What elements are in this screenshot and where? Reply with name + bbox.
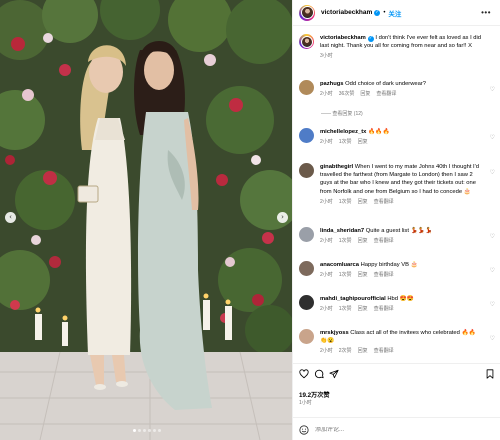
- comment-time: 2小时: [320, 238, 333, 245]
- next-photo-button[interactable]: ›: [277, 212, 288, 223]
- author-username[interactable]: victoriabeckham: [321, 9, 372, 16]
- comment-bubble-icon[interactable]: [314, 369, 324, 379]
- comment-input[interactable]: [315, 426, 495, 433]
- comment-likes[interactable]: 1次赞: [339, 272, 352, 278]
- comment-item: mrskjyoss Class act all of the invitees …: [299, 329, 495, 356]
- comment-time: 2小时: [320, 198, 333, 205]
- comments-list: victoriabeckham ✓ I don't think I've ever…: [293, 27, 500, 363]
- reply-button[interactable]: 回复: [358, 306, 368, 312]
- comment-username[interactable]: mrskjyoss: [320, 330, 349, 336]
- reply-button[interactable]: 回复: [358, 348, 368, 354]
- post-header: victoriabeckham ✓ • 关注 •••: [293, 0, 500, 26]
- carousel-dot: [148, 429, 151, 432]
- follow-button[interactable]: 关注: [388, 8, 401, 18]
- carousel-dot: [153, 429, 156, 432]
- translate-button[interactable]: 查看翻译: [374, 199, 394, 205]
- comment-likes[interactable]: 2次赞: [339, 348, 352, 354]
- commenter-avatar[interactable]: [299, 295, 314, 310]
- comment-username[interactable]: pazhugs: [320, 81, 344, 87]
- reply-button[interactable]: 回复: [360, 91, 370, 97]
- comment-username[interactable]: linda_sheridan7: [320, 228, 364, 234]
- comment-likes[interactable]: 1次赞: [339, 306, 352, 312]
- reply-button[interactable]: 回复: [358, 238, 368, 244]
- translate-button[interactable]: 查看翻译: [374, 272, 394, 278]
- comment-text: Quite a guest list 💃💃💃: [364, 228, 433, 234]
- commenter-avatar[interactable]: [299, 80, 314, 95]
- comment-username[interactable]: anacomluarca: [320, 262, 359, 268]
- like-comment-heart-icon[interactable]: ♡: [490, 267, 495, 274]
- commenter-avatar[interactable]: [299, 128, 314, 143]
- emoji-icon[interactable]: [299, 424, 309, 435]
- like-comment-heart-icon[interactable]: ♡: [490, 335, 495, 342]
- comment-text: 🔥🔥🔥: [366, 129, 390, 135]
- header-separator: •: [383, 9, 386, 16]
- comment-likes[interactable]: 1次赞: [339, 238, 352, 244]
- bookmark-icon[interactable]: [485, 369, 495, 379]
- comment-username[interactable]: mahdi_taghipourofficial: [320, 296, 386, 302]
- comment-composer: [293, 417, 500, 440]
- comment-item: anacomluarca Happy birthday VB 🎂 2小时 1次赞回…: [299, 261, 495, 279]
- translate-button[interactable]: 查看翻译: [374, 348, 394, 354]
- comment-item: ginabthegirl When I went to my mate John…: [299, 163, 495, 206]
- caption-time: 3小时: [320, 53, 333, 60]
- author-avatar[interactable]: [299, 4, 315, 21]
- carousel-dot: [143, 429, 146, 432]
- view-replies-button[interactable]: —— 查看回复 (12): [321, 110, 363, 117]
- comment-text: Happy birthday VB 🎂: [359, 262, 418, 268]
- like-count[interactable]: 19.2万次赞: [299, 390, 330, 399]
- like-comment-heart-icon[interactable]: ♡: [490, 301, 495, 308]
- like-comment-heart-icon[interactable]: ♡: [490, 233, 495, 240]
- comment-text: Hbd 😍😍: [385, 296, 414, 302]
- comment-item: linda_sheridan7 Quite a guest list 💃💃💃 2…: [299, 227, 495, 245]
- photo-scene: [0, 0, 292, 440]
- carousel-dot: [138, 429, 141, 432]
- author-avatar[interactable]: [299, 34, 314, 49]
- commenter-avatar[interactable]: [299, 261, 314, 276]
- post-side-panel: victoriabeckham ✓ • 关注 ••• victoriabeckh…: [292, 0, 500, 440]
- translate-button[interactable]: 查看翻译: [376, 91, 396, 97]
- caption-username[interactable]: victoriabeckham: [320, 35, 366, 41]
- comment-item: michellelopez_tx 🔥🔥🔥 2小时 1次赞 回复 ♡: [299, 128, 495, 146]
- post-actions: 19.2万次赞 1小时: [293, 363, 500, 440]
- comment-text: Odd choice of dark underwear?: [343, 81, 427, 87]
- carousel-dot: [133, 429, 136, 432]
- view-replies-label: —— 查看回复 (12): [321, 111, 363, 117]
- translate-button[interactable]: 查看翻译: [374, 238, 394, 244]
- comment-time: 2小时: [320, 306, 333, 313]
- more-horizontal-icon[interactable]: •••: [481, 8, 491, 17]
- previous-photo-button[interactable]: ‹: [5, 212, 16, 223]
- commenter-avatar[interactable]: [299, 163, 314, 178]
- commenter-avatar[interactable]: [299, 329, 314, 344]
- comment-time: 2小时: [320, 91, 333, 98]
- comment-time: 2小时: [320, 139, 333, 146]
- caption: victoriabeckham ✓ I don't think I've ever…: [299, 34, 495, 61]
- post-photo[interactable]: ‹ ›: [0, 0, 292, 440]
- reply-button[interactable]: 回复: [358, 139, 368, 145]
- comment-likes[interactable]: 36次赞: [339, 91, 355, 97]
- like-comment-heart-icon[interactable]: ♡: [490, 169, 495, 176]
- comment-time: 2小时: [320, 348, 333, 355]
- comment-likes[interactable]: 1次赞: [339, 139, 352, 145]
- verified-icon: ✓: [374, 9, 381, 16]
- carousel-indicator: [133, 429, 161, 432]
- like-heart-icon[interactable]: [299, 369, 309, 379]
- reply-button[interactable]: 回复: [358, 199, 368, 205]
- comment-item: pazhugs Odd choice of dark underwear? 2小…: [299, 80, 495, 98]
- comment-likes[interactable]: 1次赞: [339, 199, 352, 205]
- reply-button[interactable]: 回复: [358, 272, 368, 278]
- like-comment-heart-icon[interactable]: ♡: [490, 86, 495, 93]
- comment-username[interactable]: michellelopez_tx: [320, 129, 366, 135]
- comment-time: 2小时: [320, 272, 333, 279]
- post-time: 1小时: [299, 400, 312, 406]
- share-send-icon[interactable]: [329, 369, 339, 379]
- comment-item: mahdi_taghipourofficial Hbd 😍😍 2小时 1次赞 回复查…: [299, 295, 495, 313]
- comment-username[interactable]: ginabthegirl: [320, 164, 353, 170]
- commenter-avatar[interactable]: [299, 227, 314, 242]
- carousel-dot: [158, 429, 161, 432]
- like-comment-heart-icon[interactable]: ♡: [490, 134, 495, 141]
- caption-body: victoriabeckham ✓ I don't think I've ever…: [320, 34, 482, 61]
- translate-button[interactable]: 查看翻译: [374, 306, 394, 312]
